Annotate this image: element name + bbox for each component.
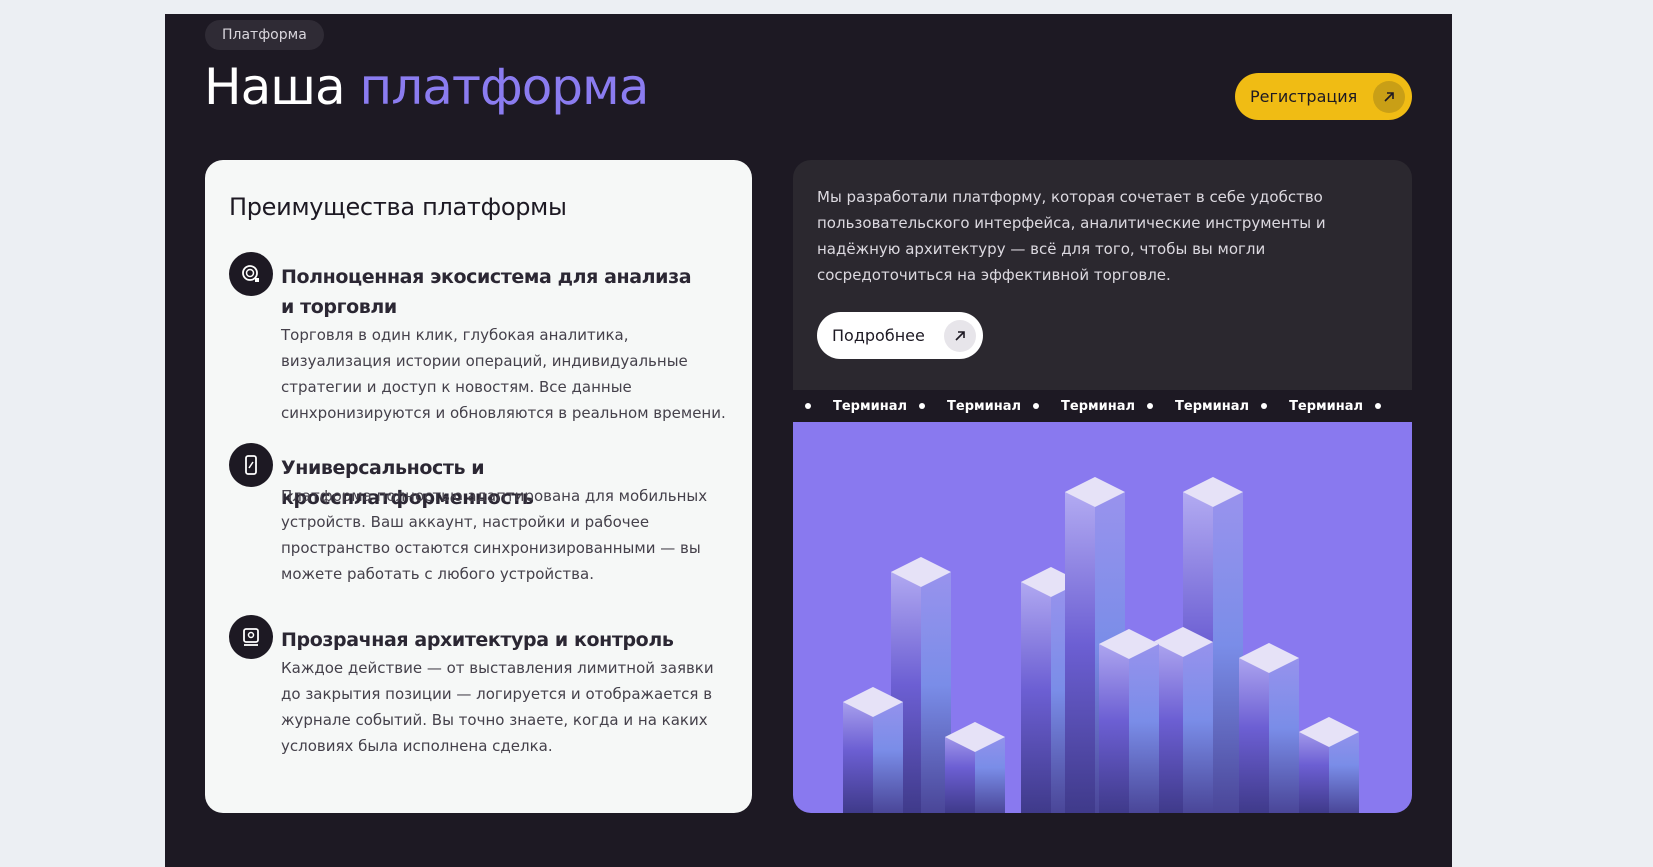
intro-card: Мы разработали платформу, которая сочета… (793, 160, 1412, 813)
register-button-label: Регистрация (1250, 87, 1358, 106)
feature-description: Платформа полностью адаптирована для моб… (281, 487, 708, 583)
ticker-word: Терминал (1061, 398, 1136, 414)
ticker-dot (1033, 403, 1040, 409)
arrow-up-right-icon (944, 320, 976, 352)
ticker-dot (1261, 403, 1268, 409)
ticker-dot (1147, 403, 1154, 409)
column (1239, 643, 1299, 813)
more-button[interactable]: Подробнее (817, 312, 983, 359)
feature-title: Прозрачная архитектура и контроль (281, 629, 674, 651)
intro-text: Мы разработали платформу, которая сочета… (817, 188, 1326, 284)
column (1153, 627, 1213, 813)
coins-icon (229, 252, 273, 296)
arrow-up-right-icon (1373, 81, 1405, 113)
heading-plain: Наша (204, 58, 346, 116)
advantages-card: Преимущества платформы Полноценная экоси… (205, 160, 752, 813)
feature-title: Полноценная экосистема для анализа и тор… (281, 266, 692, 318)
column (843, 687, 903, 813)
section-heading: Наша платформа (204, 58, 650, 116)
ticker-strip: Терминал Терминал Терминал Терминал Терм… (793, 390, 1412, 422)
mobile-icon (229, 443, 273, 487)
feature-description: Каждое действие — от выставления лимитно… (281, 659, 714, 755)
section-tag: Платформа (205, 20, 324, 50)
feature-description: Торговля в один клик, глубокая аналитика… (281, 326, 726, 422)
ticker-word: Терминал (1289, 398, 1364, 414)
advantages-title: Преимущества платформы (229, 193, 567, 221)
bar-columns-illustration (793, 422, 1412, 813)
more-button-label: Подробнее (832, 326, 925, 345)
ticker-word: Терминал (1175, 398, 1250, 414)
platform-section: Платформа Наша платформа Регистрация Пре… (165, 14, 1452, 867)
ticker-word: Терминал (947, 398, 1022, 414)
register-button[interactable]: Регистрация (1235, 73, 1412, 120)
column (1099, 629, 1159, 813)
columns-graphic (843, 477, 1359, 813)
column (1299, 717, 1359, 813)
document-search-icon (229, 615, 273, 659)
ticker-dot (1375, 403, 1382, 409)
ticker-dot (805, 403, 811, 409)
ticker-dot (919, 403, 926, 409)
ticker-word: Терминал (833, 398, 908, 414)
column (945, 722, 1005, 813)
heading-accent: платформа (359, 58, 650, 116)
